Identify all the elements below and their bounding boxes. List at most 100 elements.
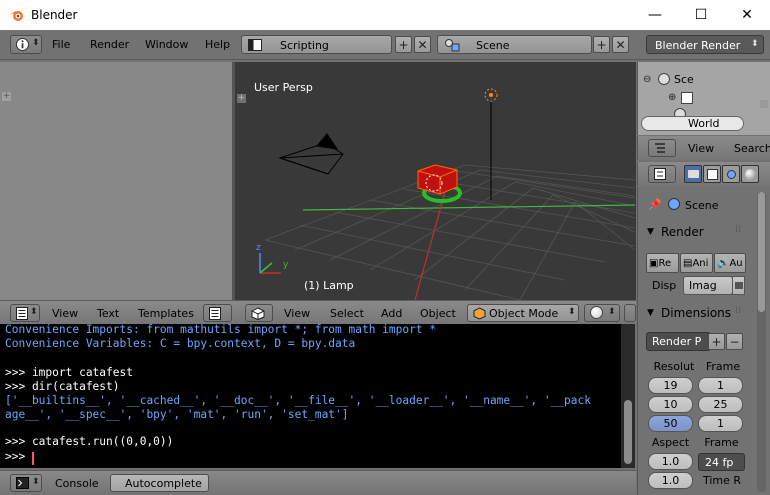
console-menu-console[interactable]: Console: [55, 477, 99, 490]
resolution-percentage-field[interactable]: 50: [648, 415, 693, 432]
add-preset-button[interactable]: +: [708, 333, 725, 350]
text-datablock-browse-button[interactable]: [203, 304, 232, 322]
scene-icon: [658, 73, 670, 85]
maximize-button[interactable]: ☐: [678, 0, 724, 30]
scene-tab[interactable]: [722, 165, 740, 183]
render-tab[interactable]: [684, 165, 702, 183]
editor-type-outliner-button[interactable]: [648, 139, 676, 157]
close-button[interactable]: ✕: [724, 0, 770, 30]
resolution-y-field[interactable]: 10: [648, 396, 693, 413]
delete-scene-button[interactable]: ✕: [612, 36, 629, 53]
editor-type-3dview-button[interactable]: [245, 304, 273, 322]
cube-icon: [251, 307, 265, 320]
console-scrollbar-thumb[interactable]: [624, 400, 632, 464]
add-screen-button[interactable]: +: [395, 36, 412, 53]
audio-button[interactable]: 🔊 Au: [714, 253, 746, 273]
text-menu-view[interactable]: View: [52, 307, 78, 320]
add-scene-button[interactable]: +: [593, 36, 610, 53]
3d-viewport[interactable]: + User Persp z y (1) Lamp: [235, 70, 636, 300]
outliner-menu-view[interactable]: View: [688, 142, 714, 155]
properties-editor[interactable]: 📌 Scene ▼ Render ⁞⁞ ▣ Re ▤ Ani 🔊 Au Disp Im…: [637, 187, 770, 495]
outliner[interactable]: ⊖ Sce ⊕ World: [637, 70, 770, 135]
frame-step-field[interactable]: 1: [698, 415, 743, 432]
animation-button[interactable]: ▤ Ani: [680, 253, 713, 273]
minimize-button[interactable]: —: [632, 0, 678, 30]
remove-preset-button[interactable]: −: [726, 333, 743, 350]
editor-type-info-button[interactable]: ⬍: [10, 35, 42, 54]
lamp-center-icon: [489, 93, 493, 97]
render-panel-header[interactable]: ▼ Render ⁞⁞: [642, 224, 754, 244]
dimensions-panel-header[interactable]: ▼ Dimensions ⁞⁞: [642, 305, 754, 325]
outliner-item-scene[interactable]: Sce: [674, 73, 694, 86]
expand-plus-icon[interactable]: ⊕: [668, 92, 676, 103]
chevron-updown-icon: ⬍: [751, 39, 759, 49]
world-tab[interactable]: [741, 165, 759, 183]
context-scene-label: Scene: [685, 199, 719, 212]
view3d-menu-select[interactable]: Select: [330, 307, 364, 320]
text-menu-templates[interactable]: Templates: [138, 307, 194, 320]
pin-icon[interactable]: 📌: [648, 198, 662, 211]
text-menu-text[interactable]: Text: [97, 307, 119, 320]
aspect-y-field[interactable]: 1.0: [648, 472, 693, 489]
properties-scrollbar[interactable]: [757, 192, 766, 492]
x-icon: ✕: [615, 37, 626, 52]
display-selector[interactable]: Imag: [683, 276, 733, 295]
plus-icon[interactable]: [760, 100, 768, 108]
console-line: >>>: [5, 450, 32, 463]
render-engine-selector[interactable]: Blender Render ⬍: [646, 35, 764, 54]
console-scroll-top-marker: [621, 330, 635, 350]
render-button[interactable]: ▣ Re: [646, 253, 679, 273]
resolution-x-field[interactable]: 19: [648, 377, 693, 394]
autocomplete-button[interactable]: Autocomplete: [110, 474, 209, 492]
editor-type-console-button[interactable]: ⬍: [10, 474, 42, 492]
frame-start-field[interactable]: 1: [698, 377, 743, 394]
console-line: >>> dir(catafest): [5, 380, 120, 393]
python-console[interactable]: Convenience Imports: from mathutils impo…: [0, 324, 621, 468]
outliner-menu-search[interactable]: Search: [734, 142, 770, 155]
plus-icon: +: [596, 37, 607, 52]
plus-icon[interactable]: +: [2, 92, 11, 101]
time-remapping-label: Time R: [702, 474, 742, 487]
cube-object: [417, 164, 462, 203]
plus-icon: +: [711, 334, 722, 349]
view3d-menu-view[interactable]: View: [284, 307, 310, 320]
console-line: ['__builtins__', '__cached__', '__doc__'…: [5, 394, 591, 407]
blender-logo-icon: [10, 11, 23, 21]
frame-range-label: Frame: [705, 360, 741, 373]
delete-screen-button[interactable]: ✕: [414, 36, 431, 53]
frame-end-field[interactable]: 25: [698, 396, 743, 413]
console-header: ⬍ Console Autocomplete: [0, 470, 636, 495]
menu-render[interactable]: Render: [90, 38, 129, 51]
frame-rate-selector[interactable]: 24 fp: [698, 453, 745, 471]
minimize-icon: —: [648, 7, 662, 23]
properties-scrollbar-thumb[interactable]: [758, 192, 765, 312]
drag-grip-icon[interactable]: ⁞⁞: [735, 305, 741, 316]
render-presets-selector[interactable]: Render P: [646, 332, 711, 351]
screen-layout-selector[interactable]: Scripting: [241, 35, 392, 54]
text-editor-area[interactable]: +: [0, 62, 233, 300]
collapse-minus-icon[interactable]: ⊖: [643, 74, 651, 85]
render-layers-tab[interactable]: [703, 165, 721, 183]
drag-grip-icon[interactable]: ⁞⁞: [735, 224, 741, 235]
dimensions-panel-title: Dimensions: [661, 306, 732, 320]
menu-window[interactable]: Window: [145, 38, 188, 51]
aspect-x-field[interactable]: 1.0: [648, 453, 693, 470]
speaker-icon: 🔊: [717, 257, 730, 269]
scene-selector[interactable]: Scene: [437, 35, 592, 54]
editor-type-properties-button[interactable]: [648, 165, 676, 183]
console-cursor: [32, 452, 34, 465]
outliner-horizontal-scrollbar[interactable]: World: [641, 116, 744, 131]
interaction-mode-selector[interactable]: Object Mode ⬍: [467, 304, 579, 322]
editor-type-text-button[interactable]: ⬍: [10, 304, 40, 322]
view3d-menu-object[interactable]: Object: [420, 307, 456, 320]
lock-interface-button[interactable]: [732, 276, 745, 295]
menu-file[interactable]: File: [52, 38, 70, 51]
autocomplete-label: Autocomplete: [125, 477, 202, 490]
viewport-shading-selector[interactable]: ⬍: [584, 304, 620, 322]
text-editor-header: ⬍ View Text Templates: [0, 300, 235, 324]
view3d-menu-add[interactable]: Add: [381, 307, 402, 320]
camera-icon: [688, 170, 699, 178]
text-datablock-icon: [209, 307, 221, 320]
pivot-point-selector[interactable]: [624, 304, 636, 322]
menu-help[interactable]: Help: [205, 38, 230, 51]
